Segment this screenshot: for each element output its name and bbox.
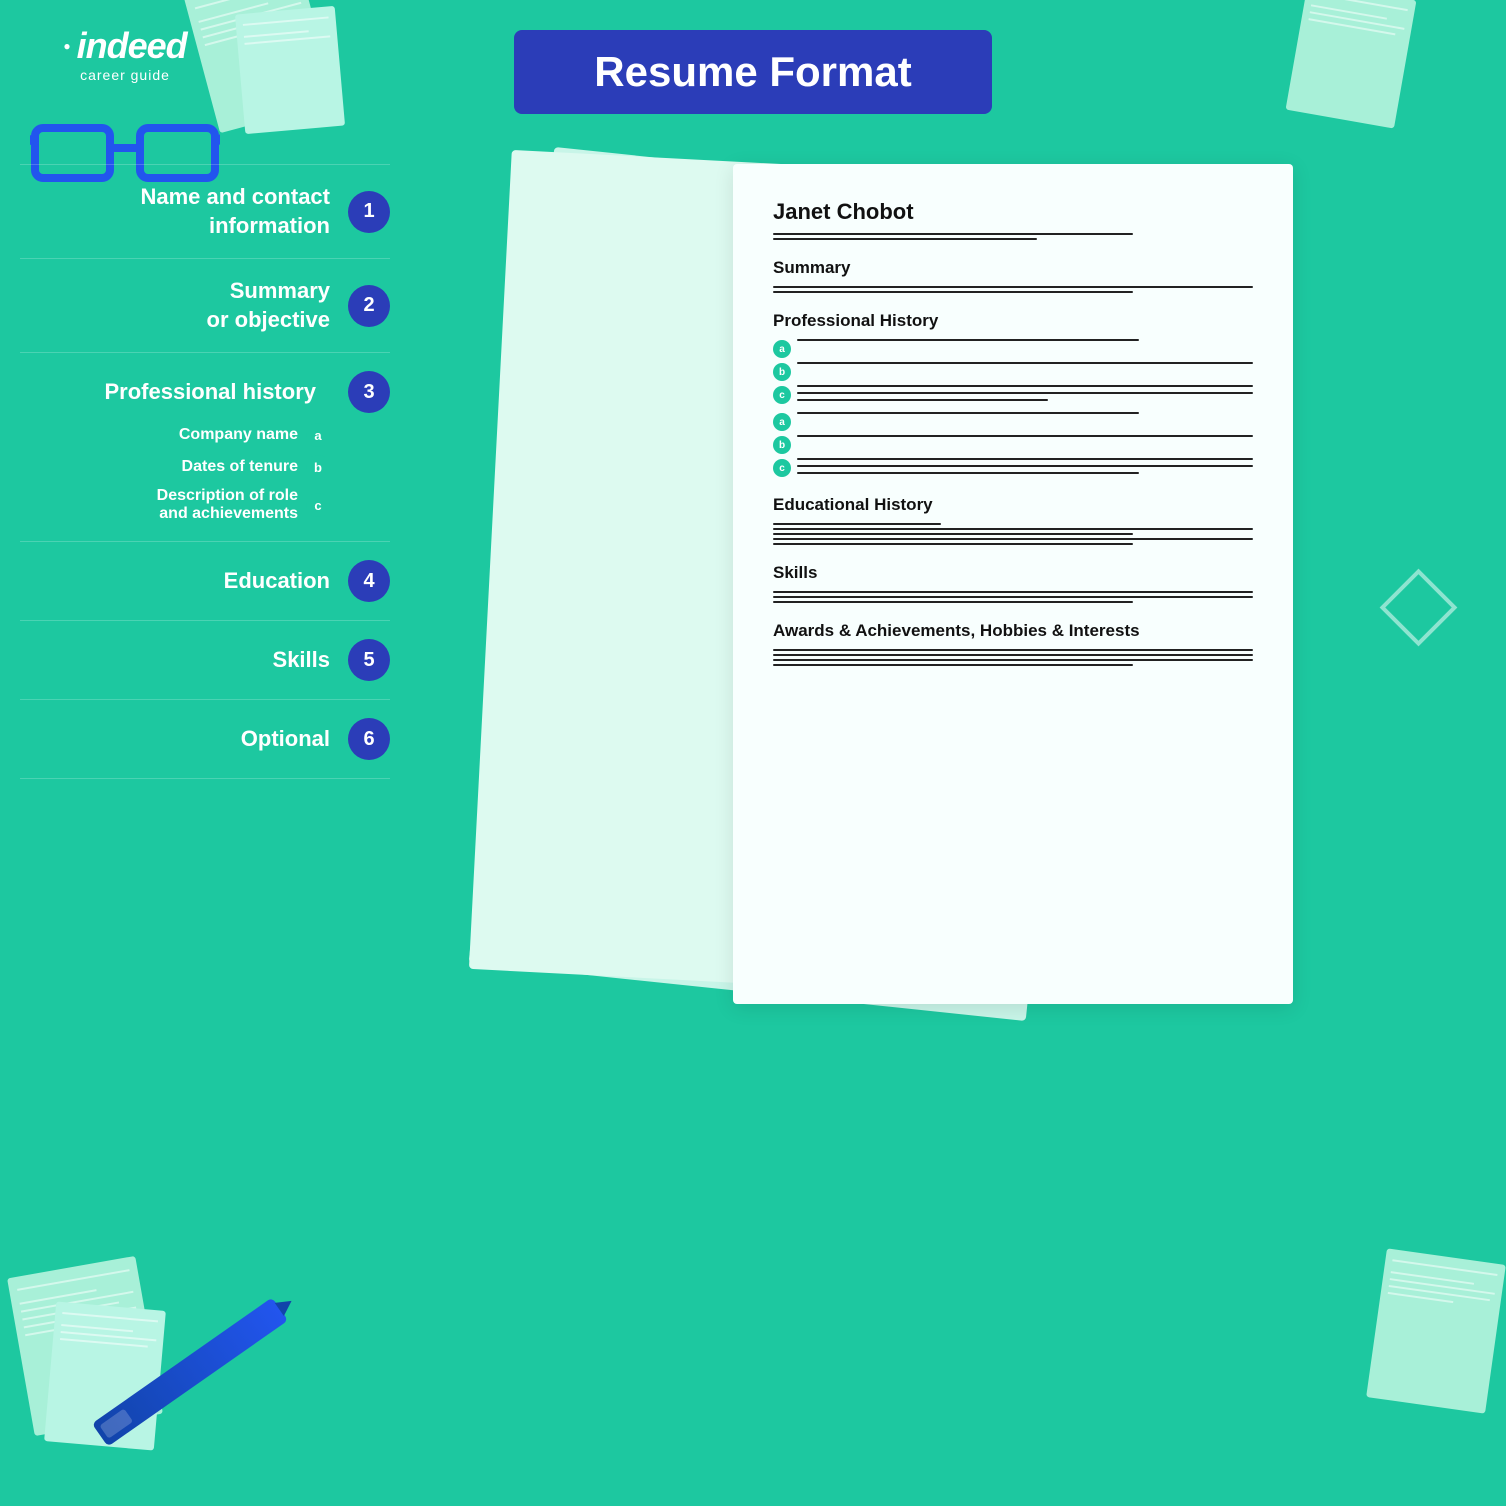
summary-line-2	[773, 291, 1133, 293]
main-layout: ● indeed career guide	[0, 0, 1506, 1506]
page-title: Resume Format	[594, 48, 911, 96]
logo-tagline: career guide	[80, 67, 170, 83]
logo-brand: indeed	[77, 25, 187, 67]
prof-lines-2c	[797, 458, 1253, 474]
awards-line-4	[773, 664, 1133, 666]
prof-entry-1-a: a	[773, 339, 1253, 358]
subitem-company: Company name a	[179, 423, 330, 447]
prof-entry-1-b: b	[773, 362, 1253, 381]
awards-line-1	[773, 649, 1253, 651]
menu-item-6-text: Optional	[241, 725, 330, 754]
menu-item-3-subitems: Company name a Dates of tenure b Descrip…	[157, 419, 330, 523]
menu-item-1: Name and contact information 1	[20, 164, 390, 258]
prof-lines-2b	[797, 435, 1253, 437]
bullet-b-2: b	[773, 436, 791, 454]
menu-item-5-text: Skills	[273, 646, 330, 675]
name-underline-1	[773, 233, 1133, 235]
menu-item-2: Summaryor objective 2	[20, 258, 390, 352]
menu-badge-6: 6	[348, 718, 390, 760]
name-underline-2	[773, 238, 1037, 240]
menu-item-6: Optional 6	[20, 699, 390, 779]
edu-line-4	[773, 538, 1253, 540]
resume-section-profhistory: Professional History	[773, 311, 1253, 331]
bullet-c-2: c	[773, 459, 791, 477]
resume-section-summary: Summary	[773, 258, 1253, 278]
menu-badge-2: 2	[348, 285, 390, 327]
skills-line-2	[773, 596, 1253, 598]
title-banner: Resume Format	[514, 30, 991, 114]
prof-entry-2-c: c	[773, 458, 1253, 477]
resume-name: Janet Chobot	[773, 199, 1253, 225]
menu-badge-1: 1	[348, 191, 390, 233]
bullet-b: b	[773, 363, 791, 381]
menu-item-1-text: Name and contact information	[20, 183, 330, 240]
resume-section-skills: Skills	[773, 563, 1253, 583]
bullet-a: a	[773, 340, 791, 358]
edu-line-3	[773, 533, 1133, 535]
menu-item-5: Skills 5	[20, 620, 390, 699]
menu-item-4-text: Education	[224, 567, 330, 596]
menu-item-4: Education 4	[20, 541, 390, 620]
menu-badge-3: 3	[348, 371, 390, 413]
skills-line-3	[773, 601, 1133, 603]
awards-line-2	[773, 654, 1253, 656]
prof-lines-1a	[797, 339, 1253, 341]
resume-paper: Janet Chobot Summary Professional Histor…	[733, 164, 1293, 1004]
prof-entry-1-c: c	[773, 385, 1253, 404]
prof-lines-1c	[797, 385, 1253, 401]
edu-line-2	[773, 528, 1253, 530]
menu-badge-4: 4	[348, 560, 390, 602]
skills-line-1	[773, 591, 1253, 593]
menu-items: Name and contact information 1 Summaryor…	[20, 164, 390, 779]
left-panel: Name and contact information 1 Summaryor…	[20, 134, 390, 1486]
menu-item-3-text: Professional history	[104, 378, 316, 407]
edu-line-1	[773, 523, 941, 525]
subitem-dates: Dates of tenure b	[182, 455, 330, 479]
prof-entry-2-a: a	[773, 412, 1253, 431]
resume-section-awards: Awards & Achievements, Hobbies & Interes…	[773, 621, 1253, 641]
bullet-c: c	[773, 386, 791, 404]
awards-line-3	[773, 659, 1253, 661]
menu-item-3: Professional history 3 Company name a Da…	[20, 352, 390, 541]
prof-entry-2-b: b	[773, 435, 1253, 454]
content-area: Name and contact information 1 Summaryor…	[0, 114, 1506, 1506]
summary-line-1	[773, 286, 1253, 288]
subitem-description: Description of roleand achievements c	[157, 487, 330, 523]
header: ● indeed career guide	[0, 0, 1506, 114]
resume-section-education: Educational History	[773, 495, 1253, 515]
prof-lines-2a	[797, 412, 1253, 414]
bullet-a-2: a	[773, 413, 791, 431]
right-panel: Janet Chobot Summary Professional Histor…	[390, 134, 1476, 1486]
menu-item-2-text: Summaryor objective	[207, 277, 330, 334]
edu-line-5	[773, 543, 1133, 545]
prof-lines-1b	[797, 362, 1253, 364]
menu-badge-5: 5	[348, 639, 390, 681]
